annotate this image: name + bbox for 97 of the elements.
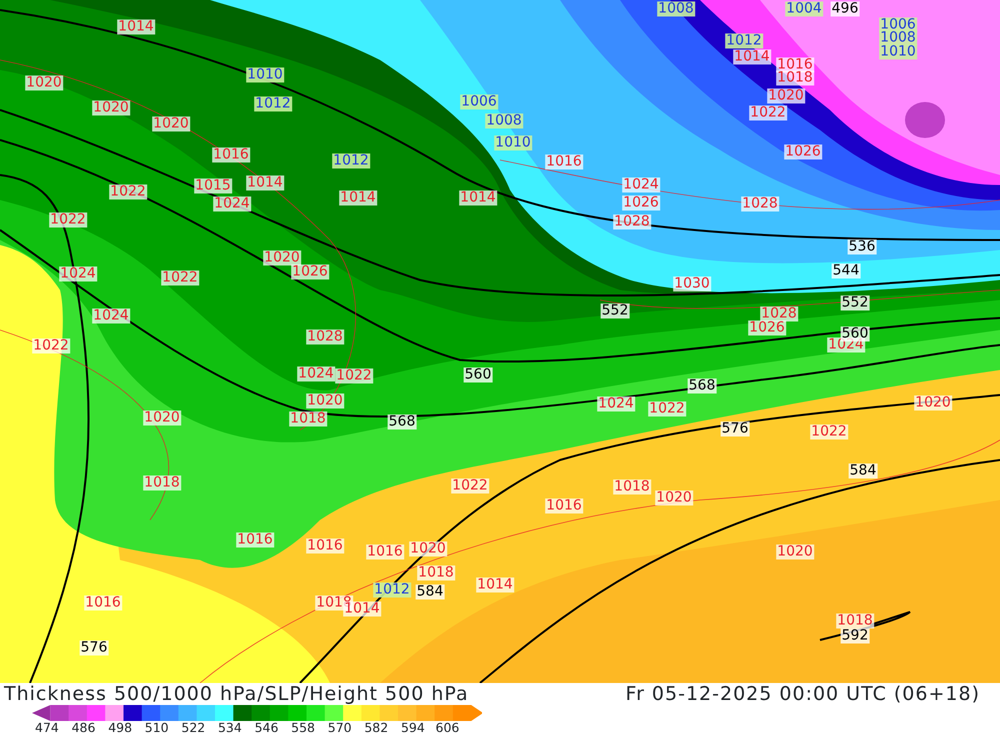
scale-tick-label: 498 [108,721,134,733]
pressure-label: 1010 [246,68,284,82]
height-label: 576 [720,422,750,436]
pressure-label: 1012 [373,582,411,598]
scale-tick-label: 546 [254,721,280,733]
pressure-label: 1022 [335,368,373,384]
pressure-label: 1006 [460,94,498,110]
pressure-label: 1016 [366,544,404,560]
pressure-label: 1010 [879,44,917,60]
pressure-label: 1028 [613,214,651,230]
pressure-label: 1015 [194,178,232,194]
height-label: 552 [600,304,630,318]
pressure-label: 1016 [84,596,122,610]
pressure-label: 1026 [784,144,822,160]
scale-tick-label: 570 [328,721,353,733]
pressure-label: 1020 [152,116,190,132]
pressure-label: 1014 [246,176,284,190]
pressure-label: 1020 [914,396,952,410]
pressure-label: 1014 [117,20,155,34]
pressure-label: 1026 [622,196,660,210]
pressure-label: 1026 [291,264,329,280]
pressure-label: 1006 [879,18,917,32]
pressure-label: 1022 [109,184,147,200]
scale-tick-label: 606 [436,721,460,733]
pressure-label: 1028 [741,196,779,212]
scale-tick-label: 510 [144,721,170,733]
pressure-label: 1024 [597,396,635,412]
pressure-label: 1020 [143,410,181,426]
height-label: 584 [848,464,878,478]
pressure-label: 1014 [476,578,514,592]
pressure-label: 1024 [213,196,251,212]
valid-time: Fr 05-12-2025 00:00 UTC (06+18) [626,683,980,705]
pressure-label: 1030 [673,276,711,292]
height-label: 584 [416,584,444,600]
pressure-label: 1022 [451,478,489,494]
pressure-label: 1022 [32,338,70,354]
pressure-label: 1028 [306,330,344,344]
pressure-label: 1004 [785,2,823,16]
pressure-label: 1018 [613,480,651,494]
pressure-label: 1016 [236,532,274,548]
pressure-label: 1016 [545,154,583,170]
height-label: 576 [80,640,108,656]
height-label: 544 [832,264,860,278]
scale-tick-label: 534 [218,721,243,733]
scale-tick-label: 594 [400,721,426,733]
pressure-label: 1016 [776,58,814,72]
pressure-label: 1024 [622,178,660,192]
height-label: 560 [464,368,492,382]
pressure-label: 1012 [254,96,292,112]
height-label: 496 [830,2,860,16]
pressure-label: 1014 [459,190,497,206]
pressure-label: 1022 [749,106,787,120]
scale-tick-label: 474 [35,721,60,733]
pressure-label: 1008 [485,114,523,128]
pressure-label: 1024 [297,366,335,382]
pressure-label: 1028 [760,306,798,322]
scale-tick-label: 486 [72,721,96,733]
pressure-label: 1020 [92,100,130,116]
height-label: 592 [840,628,870,644]
pressure-label: 1022 [161,270,199,286]
pressure-label: 1018 [417,566,455,580]
pressure-label: 1018 [289,412,327,426]
pressure-label: 1024 [59,266,97,282]
pressure-label: 1008 [879,30,917,46]
pressure-label: 1020 [655,490,693,506]
pressure-label: 1024 [92,308,130,324]
pressure-label: 1022 [810,424,848,440]
pressure-label: 1022 [648,402,686,416]
pressure-label: 1016 [212,148,250,162]
pressure-label: 1020 [263,250,301,266]
scale-tick-label: 558 [291,721,316,733]
pressure-label: 1018 [143,476,181,490]
pressure-label: 1020 [409,542,447,556]
scale-tick-label: 582 [364,721,390,733]
pressure-label: 1020 [25,76,63,90]
pressure-label: 1012 [725,34,763,48]
pressure-label: 1022 [49,212,87,228]
pressure-label: 1020 [306,394,344,408]
pressure-label: 1010 [494,136,532,150]
pressure-label: 1014 [339,190,377,206]
pressure-label: 1026 [748,320,786,336]
pressure-label: 1018 [836,614,874,628]
pressure-label: 1014 [733,50,771,64]
height-label: 560 [840,326,870,342]
scale-tick-label: 522 [181,721,206,733]
pressure-label: 1020 [776,544,814,560]
pressure-label: 1016 [545,498,583,514]
pressure-label: 1016 [306,538,344,554]
height-label: 536 [848,240,876,254]
pressure-label: 1020 [767,88,805,104]
height-label: 568 [388,414,416,430]
chart-title: Thickness 500/1000 hPa/SLP/Height 500 hPa [4,683,469,705]
pressure-label: 1018 [776,70,814,86]
pressure-label: 1008 [657,2,695,16]
height-label: 568 [688,378,716,394]
height-label: 552 [840,296,870,310]
pressure-label: 1012 [332,154,370,168]
